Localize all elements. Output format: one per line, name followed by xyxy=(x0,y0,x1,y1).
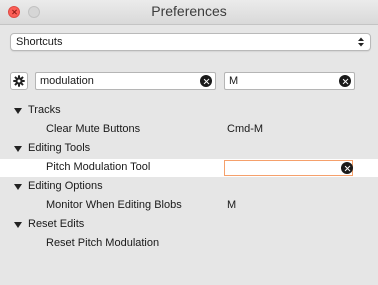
command-shortcut: M xyxy=(227,199,237,211)
command-shortcut: Cmd-M xyxy=(227,123,264,135)
select-arrows-icon xyxy=(358,37,364,47)
disclosure-triangle-icon[interactable] xyxy=(14,146,22,152)
command-name: Pitch Modulation Tool xyxy=(46,161,151,173)
group-label: Tracks xyxy=(28,104,61,116)
disclosure-triangle-icon[interactable] xyxy=(14,222,22,228)
disclosure-triangle-icon[interactable] xyxy=(14,108,22,114)
command-search-field[interactable] xyxy=(35,72,216,90)
clear-search-icon[interactable] xyxy=(200,75,212,87)
group-label: Editing Options xyxy=(28,180,103,192)
group-label: Reset Edits xyxy=(28,218,85,230)
gear-icon xyxy=(13,75,25,87)
command-row[interactable]: Clear Mute Buttons Cmd-M xyxy=(0,121,378,139)
command-name: Monitor When Editing Blobs xyxy=(46,199,182,211)
command-row[interactable]: Monitor When Editing Blobs M xyxy=(0,197,378,215)
title-bar: Preferences xyxy=(0,0,378,25)
command-name: Reset Pitch Modulation xyxy=(46,237,160,249)
group-row-editing-tools[interactable]: Editing Tools xyxy=(0,140,378,158)
group-label: Editing Tools xyxy=(28,142,91,154)
command-row[interactable]: Reset Pitch Modulation xyxy=(0,235,378,253)
category-select-value: Shortcuts xyxy=(16,36,63,48)
command-name: Clear Mute Buttons xyxy=(46,123,141,135)
key-search-field[interactable] xyxy=(224,72,355,90)
disclosure-triangle-icon[interactable] xyxy=(14,184,22,190)
window-title: Preferences xyxy=(151,3,227,19)
category-select[interactable]: Shortcuts xyxy=(10,33,371,51)
key-search-input[interactable] xyxy=(229,74,329,88)
command-row-selected[interactable]: Pitch Modulation Tool xyxy=(0,159,378,177)
group-row-editing-options[interactable]: Editing Options xyxy=(0,178,378,196)
group-row-reset-edits[interactable]: Reset Edits xyxy=(0,216,378,234)
settings-gear-button[interactable] xyxy=(10,72,28,90)
clear-shortcut-icon[interactable] xyxy=(341,162,353,174)
shortcut-input[interactable] xyxy=(224,160,353,176)
clear-key-search-icon[interactable] xyxy=(339,75,351,87)
command-search-input[interactable] xyxy=(40,74,190,88)
group-row-tracks[interactable]: Tracks xyxy=(0,102,378,120)
